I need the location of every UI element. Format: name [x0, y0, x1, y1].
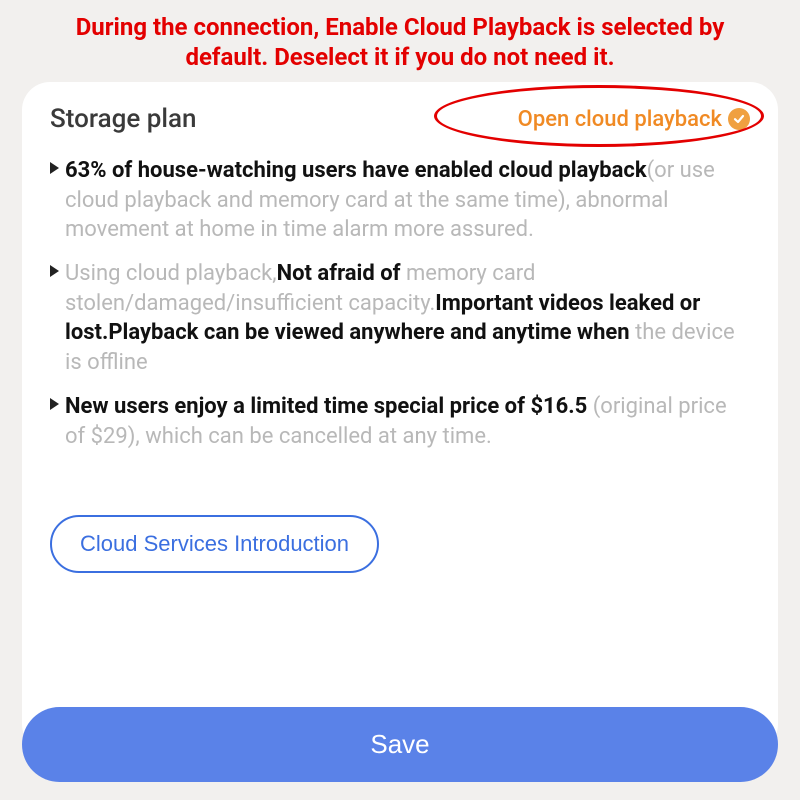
cloud-services-intro-button[interactable]: Cloud Services Introduction [50, 515, 379, 573]
list-item: Using cloud playback,Not afraid of memor… [50, 259, 750, 378]
text-grey: Using cloud playback, [65, 261, 277, 286]
card-title: Storage plan [50, 104, 196, 134]
text-bold: New users enjoy a limited time special p… [65, 394, 587, 419]
storage-plan-card: Storage plan Open cloud playback 63% of … [22, 82, 778, 752]
bullet-icon [50, 398, 59, 410]
open-cloud-playback-toggle[interactable]: Open cloud playback [518, 107, 750, 132]
feature-list: 63% of house-watching users have enabled… [50, 156, 750, 451]
toggle-label: Open cloud playback [518, 107, 722, 132]
instruction-annotation: During the connection, Enable Cloud Play… [0, 0, 800, 78]
checkmark-icon [728, 108, 750, 130]
bullet-icon [50, 265, 59, 277]
text-bold: Not afraid of [277, 261, 401, 286]
bullet-icon [50, 162, 59, 174]
list-item: 63% of house-watching users have enabled… [50, 156, 750, 245]
text-bold: 63% of house-watching users have enabled… [65, 158, 647, 183]
list-item: New users enjoy a limited time special p… [50, 392, 750, 451]
card-header: Storage plan Open cloud playback [50, 104, 750, 134]
save-button[interactable]: Save [22, 707, 778, 782]
